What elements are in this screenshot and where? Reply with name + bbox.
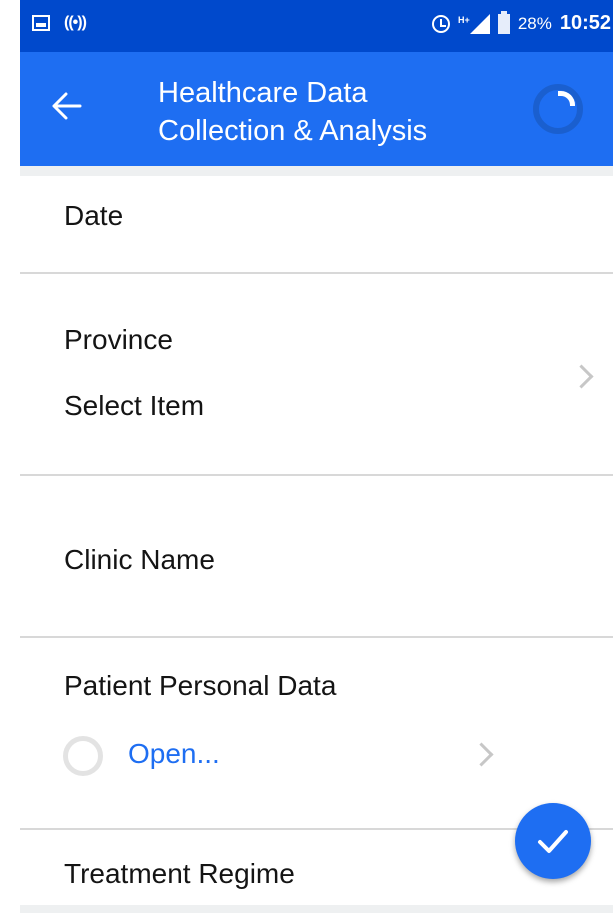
patient-data-open-link[interactable]: Open... bbox=[128, 738, 220, 770]
patient-data-radio[interactable] bbox=[63, 736, 103, 776]
patient-data-field: Patient Personal Data Open... bbox=[20, 638, 613, 828]
cast-icon: ((•)) bbox=[64, 14, 87, 31]
device-screen: ((•)) H+ 28% 10:52 Healthcare Data Colle… bbox=[20, 0, 613, 913]
battery-icon bbox=[497, 10, 510, 34]
app-bar: Healthcare Data Collection & Analysis bbox=[20, 52, 613, 166]
network-type: H+ bbox=[458, 14, 470, 25]
province-value: Select Item bbox=[64, 390, 205, 421]
clinic-name-label: Clinic Name bbox=[64, 544, 215, 575]
chevron-right-icon[interactable] bbox=[469, 742, 494, 767]
signal-icon bbox=[469, 13, 490, 34]
patient-data-label: Patient Personal Data bbox=[64, 670, 337, 701]
app-title-line1: Healthcare Data bbox=[158, 77, 368, 109]
spinner-icon bbox=[533, 84, 583, 134]
chevron-right-icon bbox=[569, 364, 594, 389]
image-icon bbox=[32, 15, 50, 31]
treatment-regime-label: Treatment Regime bbox=[64, 858, 295, 889]
province-label: Province bbox=[64, 324, 173, 355]
checkmark-icon bbox=[538, 830, 568, 853]
date-label: Date bbox=[64, 200, 124, 231]
bottom-edge bbox=[20, 905, 613, 913]
screen-edge-left bbox=[0, 0, 20, 913]
form-content: Date Province Select Item Clinic Name Pa… bbox=[20, 176, 613, 913]
status-bar: ((•)) H+ 28% 10:52 bbox=[20, 0, 613, 52]
app-title-line2: Collection & Analysis bbox=[158, 115, 428, 147]
back-button[interactable] bbox=[50, 92, 84, 120]
arrow-left-icon bbox=[52, 92, 82, 120]
submit-button[interactable] bbox=[515, 803, 591, 879]
date-field[interactable]: Date bbox=[20, 176, 613, 272]
battery-percent: 28% bbox=[517, 13, 552, 33]
clock-time: 10:52 bbox=[559, 12, 611, 34]
app-title: Healthcare Data Collection & Analysis bbox=[158, 74, 518, 150]
alarm-icon bbox=[432, 14, 451, 33]
province-field[interactable]: Province Select Item bbox=[20, 274, 613, 474]
clinic-name-field[interactable]: Clinic Name bbox=[20, 476, 613, 636]
